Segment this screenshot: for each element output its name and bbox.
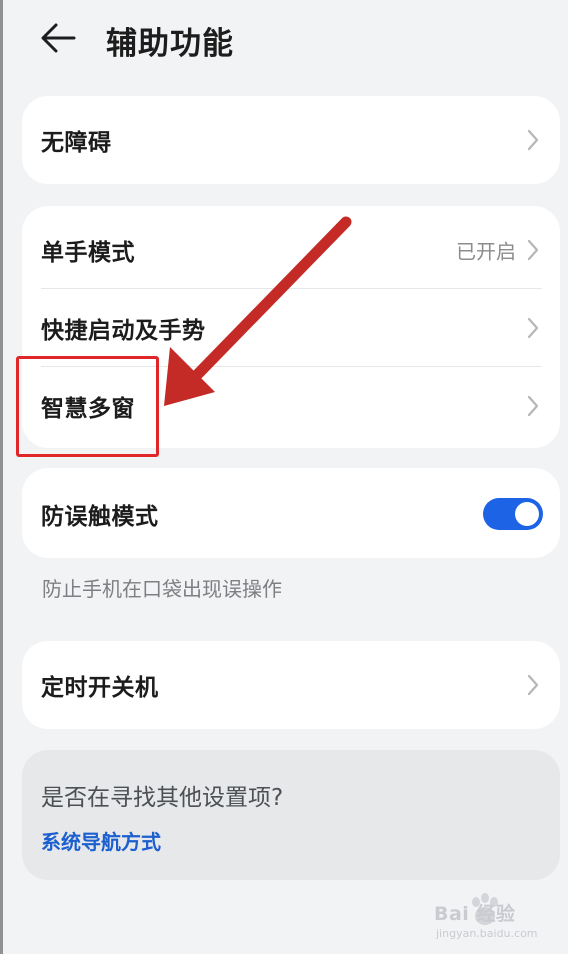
top-bar: 辅助功能 (0, 0, 568, 78)
toggle-knob (515, 501, 539, 526)
status-value: 已开启 (456, 239, 516, 263)
search-suggestion-card: 是否在寻找其他设置项? 系统导航方式 (22, 750, 560, 880)
chevron-right-icon (527, 129, 539, 150)
chevron-right-icon (527, 674, 539, 695)
touch-protection-card: 防误触模式 (22, 468, 560, 558)
list-item-touch-protection: 防误触模式 (22, 475, 560, 552)
touch-protection-toggle[interactable] (483, 497, 543, 530)
list-item-shortcuts-gestures[interactable]: 快捷启动及手势 (22, 289, 560, 366)
chevron-right-icon (527, 317, 539, 338)
back-arrow-icon[interactable] (40, 22, 76, 54)
chevron-right-icon (527, 395, 539, 416)
list-item-scheduled-power[interactable]: 定时开关机 (22, 646, 560, 723)
screen-edge (0, 0, 3, 954)
system-navigation-link[interactable]: 系统导航方式 (41, 826, 161, 855)
timer-card: 定时开关机 (22, 641, 560, 729)
touch-protection-hint: 防止手机在口袋出现误操作 (42, 577, 282, 601)
suggestion-question: 是否在寻找其他设置项? (41, 785, 284, 811)
chevron-right-icon (527, 239, 539, 260)
page-title: 辅助功能 (106, 26, 234, 62)
list-item-label: 无障碍 (41, 129, 112, 156)
list-item-label: 防误触模式 (41, 503, 159, 530)
list-item-label: 单手模式 (41, 239, 135, 266)
list-item-one-handed-mode[interactable]: 单手模式 已开启 (22, 211, 560, 288)
annotation-highlight-box (16, 356, 159, 457)
watermark-logo-text: Bai 经验 (434, 903, 516, 925)
baidu-jingyan-watermark: Bai 经验 jingyan.baidu.com (434, 893, 562, 943)
list-item-label: 快捷启动及手势 (41, 317, 206, 344)
accessibility-card: 无障碍 (22, 96, 560, 184)
watermark-url: jingyan.baidu.com (436, 927, 538, 940)
list-item-label: 定时开关机 (41, 674, 159, 701)
list-item-accessibility[interactable]: 无障碍 (22, 101, 560, 178)
